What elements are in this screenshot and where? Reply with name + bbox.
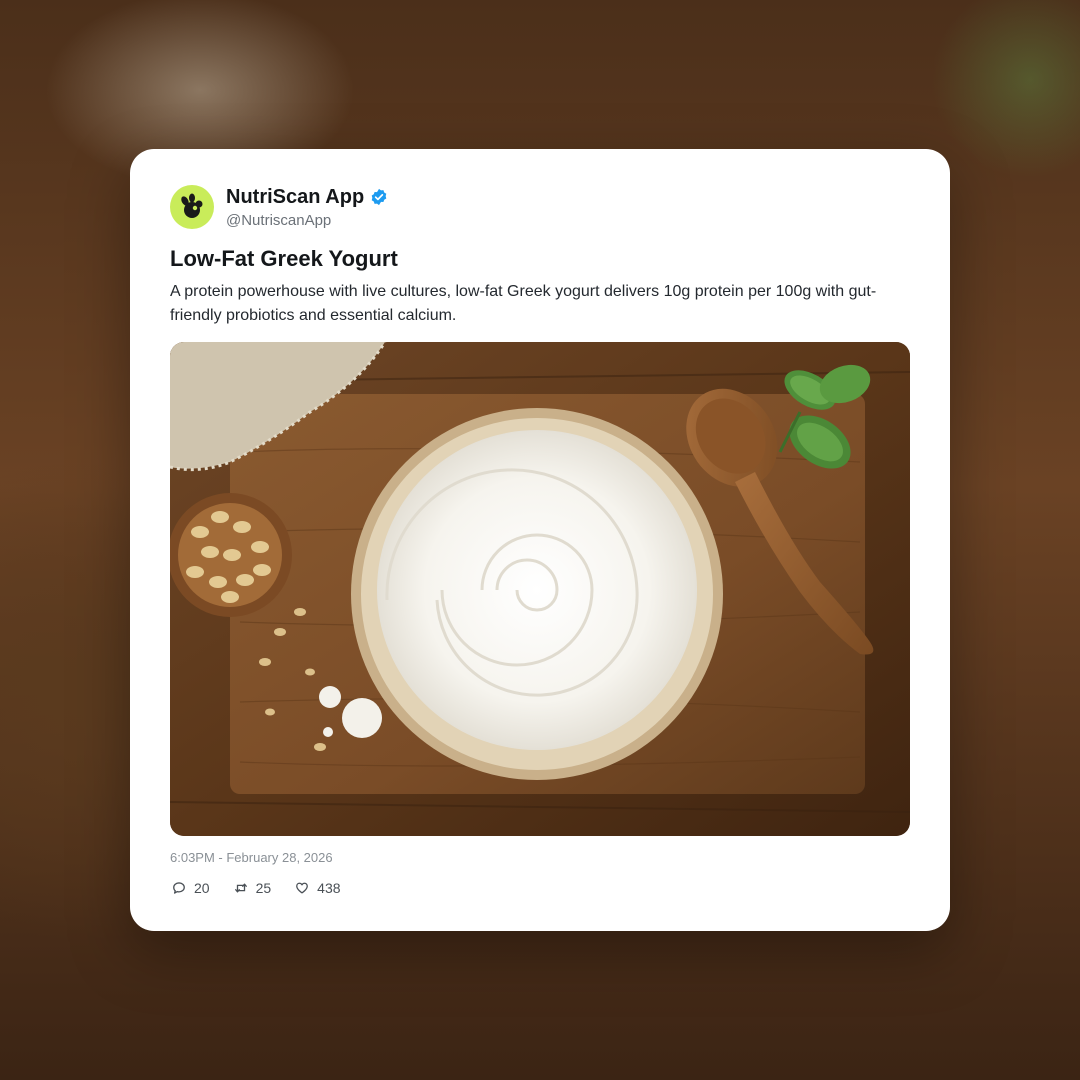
repost-icon (234, 883, 247, 893)
post-title: Low-Fat Greek Yogurt (170, 246, 398, 271)
post-timestamp: 6:03PM - February 28, 2026 (170, 850, 333, 865)
author-handle[interactable]: @NutriscanApp (226, 212, 388, 229)
post-image[interactable] (170, 342, 910, 836)
post-header: NutriScan App @NutriscanApp (170, 185, 388, 229)
nutriscan-logo-icon (181, 193, 203, 218)
heart-icon (296, 882, 309, 894)
author-info: NutriScan App @NutriscanApp (226, 186, 388, 229)
like-button[interactable]: 438 (295, 880, 341, 896)
like-count: 438 (317, 880, 341, 896)
post-body: A protein powerhouse with live cultures,… (170, 283, 877, 324)
repost-count: 25 (255, 880, 272, 896)
reply-button[interactable]: 20 (172, 880, 210, 896)
reply-count: 20 (194, 880, 210, 896)
author-name[interactable]: NutriScan App (226, 186, 364, 209)
post-card: NutriScan App @NutriscanApp Low-Fat Gree… (130, 149, 950, 931)
reply-icon (173, 882, 185, 894)
verified-badge-icon (371, 188, 387, 206)
repost-button[interactable]: 25 (234, 880, 272, 896)
yogurt-photo-illustration (170, 342, 910, 836)
post-actions: 20 25 438 (172, 880, 365, 896)
avatar[interactable] (170, 185, 214, 229)
